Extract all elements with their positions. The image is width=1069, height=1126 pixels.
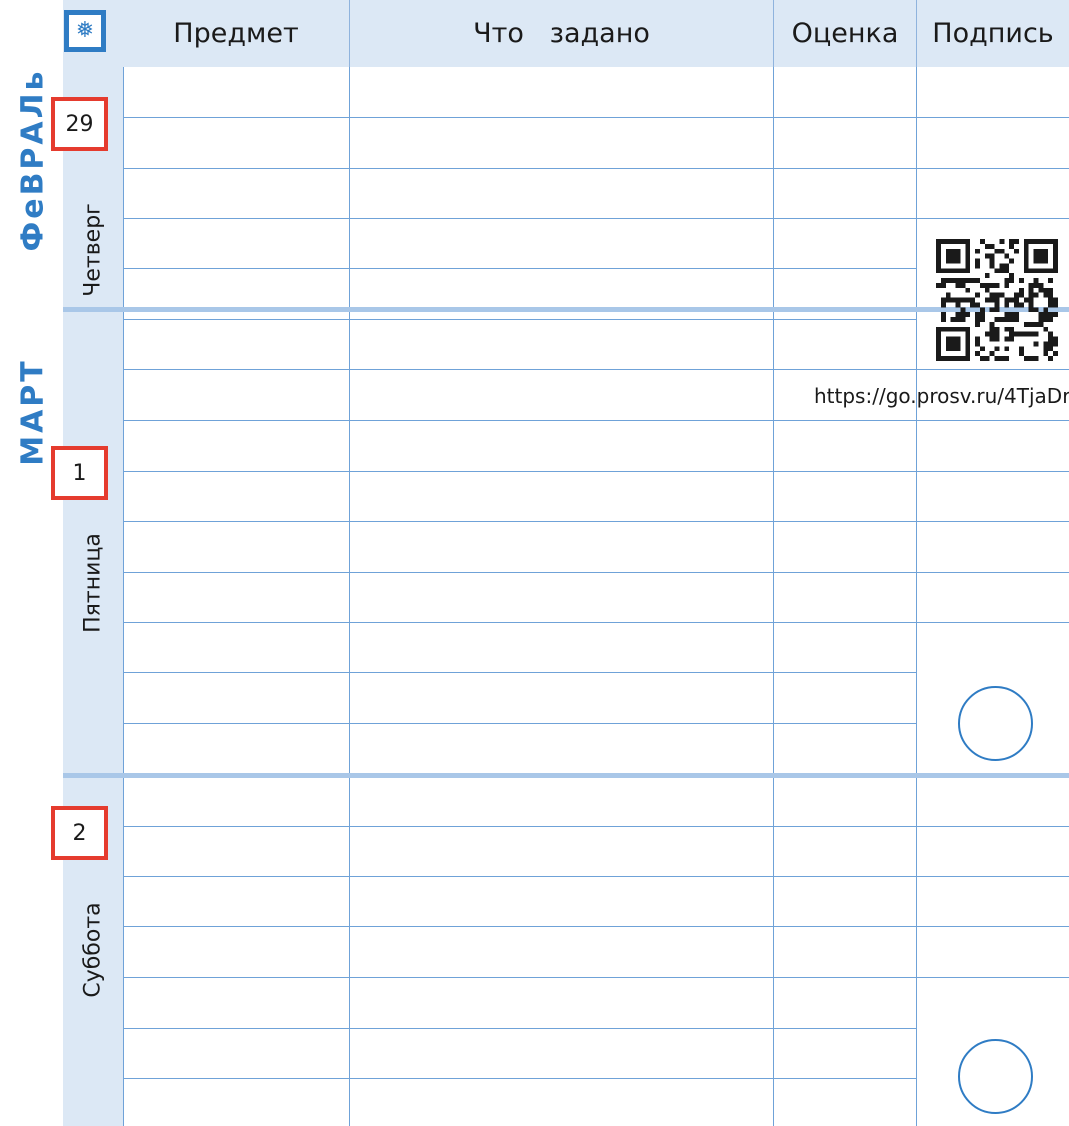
row-line — [123, 926, 1069, 927]
row-line — [123, 1028, 916, 1029]
qr-link[interactable]: https://go.prosv.ru/4TjaDr — [814, 384, 1069, 408]
month-label-march: МАРТ — [15, 358, 51, 466]
month-label-february: ФеВРАЛь — [15, 68, 51, 252]
row-line — [123, 471, 1069, 472]
row-line — [123, 369, 1069, 370]
header-homework: Что задано — [473, 18, 650, 49]
day-separator — [63, 307, 1069, 312]
weekday-label: Четверг — [80, 203, 106, 297]
row-line — [123, 521, 1069, 522]
qr-code-icon[interactable] — [936, 239, 1058, 361]
snowflake-icon: ❅ — [64, 10, 106, 52]
row-line — [123, 572, 1069, 573]
header-grade: Оценка — [791, 18, 899, 49]
stamp-circle — [958, 686, 1033, 761]
row-line — [123, 420, 1069, 421]
row-line — [123, 826, 1069, 827]
column-divider — [123, 67, 124, 1126]
row-line — [123, 319, 916, 320]
date-box: 29 — [51, 97, 108, 151]
row-line — [123, 268, 916, 269]
row-line — [917, 168, 1069, 169]
weekday-label: Суббота — [80, 902, 106, 998]
weekday-label: Пятница — [80, 533, 106, 633]
row-line — [123, 977, 1069, 978]
row-line — [123, 672, 916, 673]
header-subject: Предмет — [173, 18, 299, 49]
row-line — [123, 876, 1069, 877]
date-box: 2 — [51, 806, 108, 860]
day-separator — [63, 773, 1069, 778]
row-line — [917, 117, 1069, 118]
column-divider — [349, 67, 350, 1126]
row-line — [123, 622, 1069, 623]
column-divider — [773, 67, 774, 1126]
date-box: 1 — [51, 446, 108, 500]
column-divider — [916, 312, 917, 1126]
row-line — [123, 1078, 916, 1079]
row-line — [917, 218, 1069, 219]
header-signature: Подпись — [932, 18, 1054, 49]
stamp-circle — [958, 1039, 1033, 1114]
row-line — [123, 723, 916, 724]
